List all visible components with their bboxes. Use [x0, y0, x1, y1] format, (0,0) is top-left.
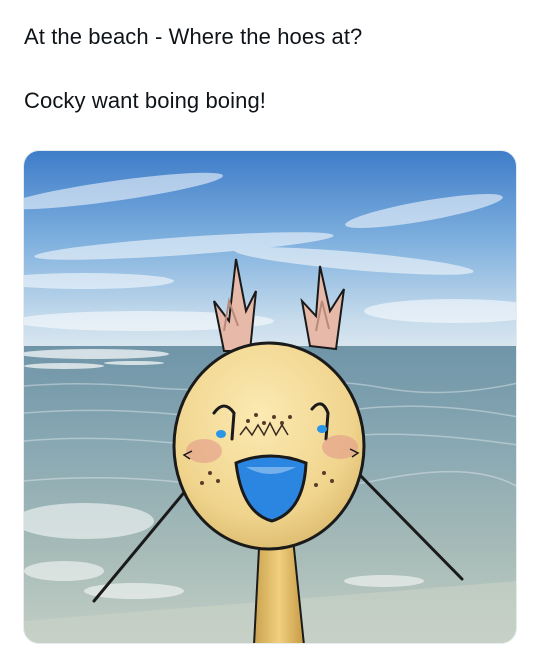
beach-photo: [24, 151, 516, 643]
post-text: At the beach - Where the hoes at? Cocky …: [24, 22, 524, 116]
post-text-line-2: Cocky want boing boing!: [24, 88, 267, 113]
post-text-line-1: At the beach - Where the hoes at?: [24, 24, 363, 49]
post: At the beach - Where the hoes at? Cocky …: [0, 0, 540, 656]
post-image[interactable]: [23, 150, 517, 644]
